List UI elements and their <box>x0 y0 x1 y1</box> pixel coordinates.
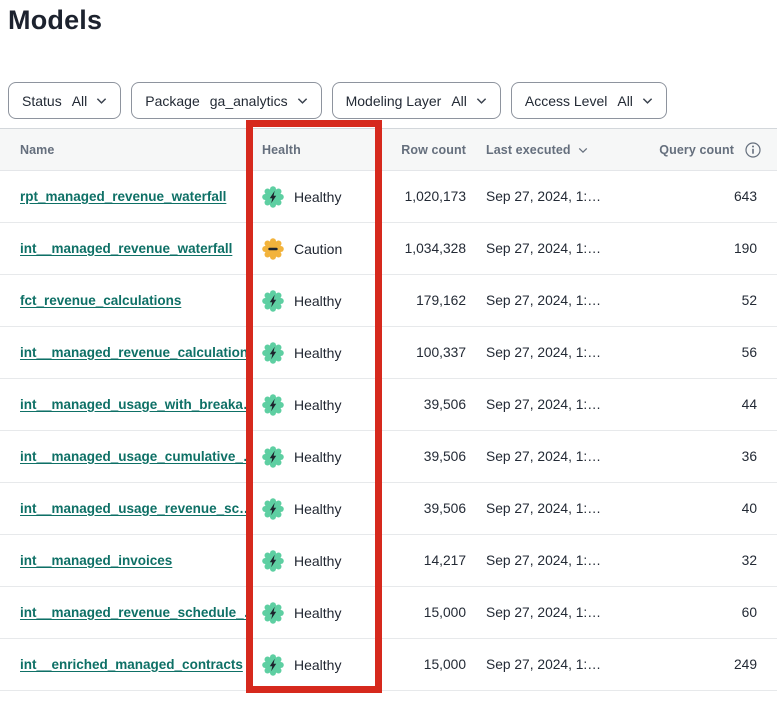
health-status-label: Healthy <box>294 553 341 569</box>
last-executed-value: Sep 27, 2024, 1:… <box>466 189 656 204</box>
model-link[interactable]: int__managed_usage_cumulative_… <box>20 449 246 464</box>
row-count-value: 39,506 <box>382 397 466 412</box>
row-count-value: 179,162 <box>382 293 466 308</box>
filter-modeling-layer[interactable]: Modeling Layer All <box>332 82 501 119</box>
row-count-value: 15,000 <box>382 605 466 620</box>
query-count-value: 643 <box>656 189 777 204</box>
table-row: int__managed_usage_cumulative_… Healthy … <box>0 431 777 483</box>
last-executed-value: Sep 27, 2024, 1:… <box>466 553 656 568</box>
filter-label: Modeling Layer <box>346 93 442 109</box>
table-row: int__managed_usage_with_breaka… Healthy … <box>0 379 777 431</box>
column-header-health: Health <box>246 143 382 157</box>
chevron-down-icon <box>476 97 487 105</box>
health-status-label: Healthy <box>294 189 341 205</box>
filter-value: All <box>617 93 633 109</box>
models-table: Name Health Row count Last executed Quer… <box>0 128 777 691</box>
health-status-label: Healthy <box>294 293 341 309</box>
health-status-icon <box>262 498 284 520</box>
filter-value: All <box>72 93 88 109</box>
table-row: fct_revenue_calculations Healthy 179,162… <box>0 275 777 327</box>
model-link[interactable]: fct_revenue_calculations <box>20 293 181 308</box>
health-status-label: Caution <box>294 241 342 257</box>
table-row: rpt_managed_revenue_waterfall Healthy 1,… <box>0 171 777 223</box>
health-status-label: Healthy <box>294 605 341 621</box>
model-link[interactable]: int__managed_revenue_waterfall <box>20 241 232 256</box>
filter-value: ga_analytics <box>210 93 288 109</box>
query-count-value: 56 <box>656 345 777 360</box>
column-header-last-executed[interactable]: Last executed <box>466 143 656 157</box>
table-row: int__enriched_managed_contracts Healthy … <box>0 639 777 691</box>
filter-access-level[interactable]: Access Level All <box>511 82 667 119</box>
health-status-icon <box>262 550 284 572</box>
row-count-value: 14,217 <box>382 553 466 568</box>
last-executed-value: Sep 27, 2024, 1:… <box>466 501 656 516</box>
last-executed-value: Sep 27, 2024, 1:… <box>466 293 656 308</box>
filter-package[interactable]: Package ga_analytics <box>131 82 321 119</box>
row-count-value: 1,020,173 <box>382 189 466 204</box>
filter-label: Access Level <box>525 93 607 109</box>
health-status-icon <box>262 654 284 676</box>
health-status-label: Healthy <box>294 501 341 517</box>
column-header-row-count: Row count <box>382 143 466 157</box>
row-count-value: 39,506 <box>382 501 466 516</box>
model-link[interactable]: int__enriched_managed_contracts <box>20 657 243 672</box>
filter-status[interactable]: Status All <box>8 82 121 119</box>
chevron-down-icon <box>96 97 107 105</box>
model-link[interactable]: int__managed_revenue_calculations <box>20 345 246 360</box>
query-count-value: 60 <box>656 605 777 620</box>
table-row: int__managed_invoices Healthy 14,217 Sep… <box>0 535 777 587</box>
filter-label: Status <box>22 93 62 109</box>
health-status-icon <box>262 186 284 208</box>
page-title: Models <box>8 5 102 36</box>
health-status-label: Healthy <box>294 657 341 673</box>
column-header-name: Name <box>0 143 246 157</box>
last-executed-value: Sep 27, 2024, 1:… <box>466 397 656 412</box>
query-count-value: 44 <box>656 397 777 412</box>
query-count-value: 36 <box>656 449 777 464</box>
last-executed-value: Sep 27, 2024, 1:… <box>466 605 656 620</box>
table-row: int__managed_revenue_calculations Health… <box>0 327 777 379</box>
last-executed-value: Sep 27, 2024, 1:… <box>466 449 656 464</box>
health-status-icon <box>262 602 284 624</box>
column-header-query-count: Query count <box>656 142 777 158</box>
row-count-value: 1,034,328 <box>382 241 466 256</box>
query-count-value: 190 <box>656 241 777 256</box>
chevron-down-icon <box>297 97 308 105</box>
health-status-icon <box>262 342 284 364</box>
model-link[interactable]: int__managed_revenue_schedule_… <box>20 605 246 620</box>
health-status-label: Healthy <box>294 345 341 361</box>
table-row: int__managed_usage_revenue_sc… Healthy 3… <box>0 483 777 535</box>
query-count-value: 52 <box>656 293 777 308</box>
health-status-label: Healthy <box>294 449 341 465</box>
health-status-label: Healthy <box>294 397 341 413</box>
last-executed-value: Sep 27, 2024, 1:… <box>466 241 656 256</box>
filter-value: All <box>451 93 467 109</box>
health-status-icon <box>262 394 284 416</box>
query-count-value: 249 <box>656 657 777 672</box>
table-row: int__managed_revenue_waterfall Caution 1… <box>0 223 777 275</box>
last-executed-value: Sep 27, 2024, 1:… <box>466 345 656 360</box>
model-link[interactable]: int__managed_usage_with_breaka… <box>20 397 246 412</box>
info-icon[interactable] <box>745 142 761 158</box>
query-count-value: 32 <box>656 553 777 568</box>
row-count-value: 15,000 <box>382 657 466 672</box>
row-count-value: 100,337 <box>382 345 466 360</box>
sort-chevron-icon <box>578 147 588 154</box>
table-row: int__managed_revenue_schedule_… Healthy … <box>0 587 777 639</box>
chevron-down-icon <box>642 97 653 105</box>
models-page: Models Status All Package ga_analytics Mod… <box>0 0 777 703</box>
filter-bar: Status All Package ga_analytics Modeling L… <box>8 82 667 119</box>
model-link[interactable]: int__managed_usage_revenue_sc… <box>20 501 246 516</box>
model-link[interactable]: rpt_managed_revenue_waterfall <box>20 189 226 204</box>
filter-label: Package <box>145 93 199 109</box>
table-header-row: Name Health Row count Last executed Quer… <box>0 128 777 171</box>
health-status-icon <box>262 238 284 260</box>
health-status-icon <box>262 290 284 312</box>
last-executed-value: Sep 27, 2024, 1:… <box>466 657 656 672</box>
query-count-value: 40 <box>656 501 777 516</box>
health-status-icon <box>262 446 284 468</box>
row-count-value: 39,506 <box>382 449 466 464</box>
model-link[interactable]: int__managed_invoices <box>20 553 172 568</box>
